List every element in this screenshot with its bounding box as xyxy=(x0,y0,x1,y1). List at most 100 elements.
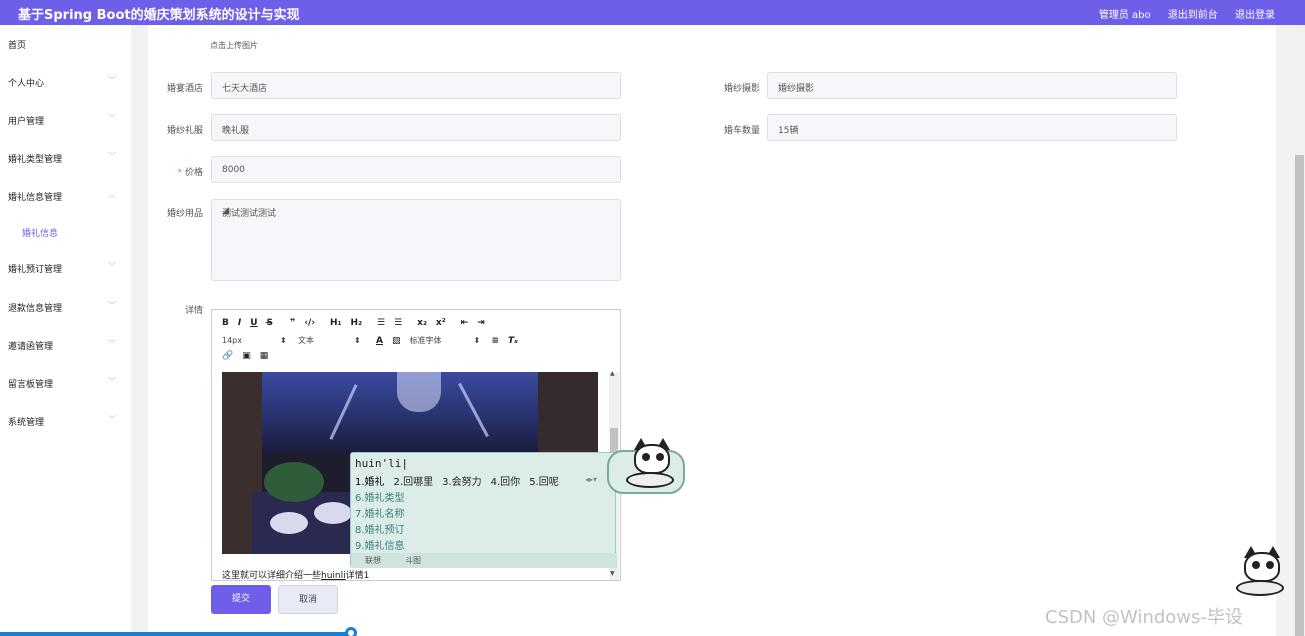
background-color-icon[interactable]: ▨ xyxy=(392,336,401,346)
chevron-up-icon: ︿ xyxy=(108,190,116,199)
sidebar-item-label: 婚礼信息 xyxy=(22,229,59,239)
sidebar-item-bookings[interactable]: 婚礼预订管理 ﹀ xyxy=(0,259,131,279)
ime-candidate[interactable]: 4.回你 xyxy=(491,477,521,488)
strikethrough-icon[interactable]: S̶ xyxy=(267,318,273,328)
sidebar-item-wedding-info[interactable]: 婚礼信息 xyxy=(0,223,131,243)
back-to-front-link[interactable]: 退出到前台 xyxy=(1168,10,1218,21)
sidebar-item-profile[interactable]: 个人中心 ﹀ xyxy=(0,73,131,93)
underline-icon[interactable]: U xyxy=(250,318,257,328)
page-scrollbar-thumb[interactable] xyxy=(1295,155,1304,636)
submit-button[interactable]: 提交 xyxy=(211,585,271,614)
hotel-value: 七天大酒店 xyxy=(222,84,268,94)
font-size-select[interactable]: 14px xyxy=(222,336,280,345)
cars-input[interactable]: 15辆 xyxy=(767,114,1177,141)
block-type-select[interactable]: 文本 xyxy=(298,335,354,346)
image-chandelier xyxy=(397,372,441,412)
sidebar-item-refunds[interactable]: 退款信息管理 ﹀ xyxy=(0,298,131,318)
ordered-list-icon[interactable]: ☰ xyxy=(377,318,385,328)
cars-label: 婚车数量 xyxy=(723,126,760,136)
supplies-textarea[interactable]: 测试测试测试 ◢ xyxy=(211,199,621,281)
image-icon[interactable]: ▣ xyxy=(242,351,251,361)
quote-icon[interactable]: ❞ xyxy=(290,318,295,328)
chevron-updown-icon: ⬍ xyxy=(354,336,361,345)
ime-tab[interactable]: 斗图 xyxy=(405,555,421,566)
video-icon[interactable]: ▦ xyxy=(260,351,269,361)
font-color-icon[interactable]: A xyxy=(376,336,383,346)
sidebar-item-message-board[interactable]: 留言板管理 ﹀ xyxy=(0,374,131,394)
superscript-icon[interactable]: x² xyxy=(436,318,446,328)
bold-icon[interactable]: B xyxy=(222,318,229,328)
photo-label: 婚纱摄影 xyxy=(723,84,760,94)
chevron-down-icon: ﹀ xyxy=(108,262,116,271)
editor-toolbar-row-3: 🔗 ▣ ▦ xyxy=(222,351,277,361)
photo-input[interactable]: 婚纱摄影 xyxy=(767,72,1177,99)
sidebar-item-label: 婚礼预订管理 xyxy=(8,265,63,275)
editor-toolbar-row-1: B I U S̶ ❞ ‹/› H₁ H₂ ☰ ☰ x₂ x² ⇤ ⇥ xyxy=(222,318,494,328)
subscript-icon[interactable]: x₂ xyxy=(417,318,427,328)
header-nav: 管理员 abo 退出到前台 退出登录 xyxy=(1085,6,1275,21)
heading-2-icon[interactable]: H₂ xyxy=(351,318,362,328)
ime-candidate[interactable]: 7.婚礼名称 xyxy=(355,505,405,520)
ime-candidate[interactable]: 8.婚礼预订 xyxy=(355,521,405,536)
watermark: CSDN @Windows-毕设 xyxy=(1045,607,1243,628)
cars-value: 15辆 xyxy=(778,126,799,136)
scroll-up-icon[interactable]: ▲ xyxy=(610,370,615,377)
chevron-updown-icon: ⬍ xyxy=(473,336,481,345)
sidebar-item-label: 婚礼信息管理 xyxy=(8,193,63,203)
photo-value: 婚纱摄影 xyxy=(778,84,815,94)
hotel-input[interactable]: 七天大酒店 xyxy=(211,72,621,99)
align-icon[interactable]: ≡ xyxy=(491,336,499,346)
dress-input[interactable]: 晚礼服 xyxy=(211,114,621,141)
sidebar-item-home[interactable]: 首页 xyxy=(0,35,131,55)
link-icon[interactable]: 🔗 xyxy=(222,351,233,361)
code-icon[interactable]: ‹/› xyxy=(304,318,315,328)
detail-label: 详情 xyxy=(184,306,203,316)
clear-format-icon[interactable]: Tₓ xyxy=(508,336,518,346)
ime-candidate[interactable]: 5.回呢 xyxy=(529,477,559,488)
sidebar-item-wedding-info-mgmt[interactable]: 婚礼信息管理 ︿ xyxy=(0,187,131,207)
required-asterisk: * xyxy=(177,168,182,178)
image-table xyxy=(314,502,352,524)
outdent-icon[interactable]: ⇤ xyxy=(461,318,469,328)
chevron-down-icon: ﹀ xyxy=(108,339,116,348)
scroll-down-icon[interactable]: ▼ xyxy=(610,570,615,577)
ime-tab[interactable]: 联想 xyxy=(365,555,381,566)
bullet-list-icon[interactable]: ☰ xyxy=(394,318,402,328)
font-family-select[interactable]: 标准字体 xyxy=(409,335,473,346)
editor-text-suffix: 详情1 xyxy=(345,571,370,581)
chevron-down-icon: ﹀ xyxy=(108,301,116,310)
cancel-button[interactable]: 取消 xyxy=(278,585,338,614)
indent-icon[interactable]: ⇥ xyxy=(477,318,485,328)
ime-candidate[interactable]: 3.会努力 xyxy=(442,477,482,488)
ime-tabs: 联想 斗图 xyxy=(351,553,617,568)
editor-text-composing: huinli xyxy=(321,571,346,581)
sidebar-item-label: 退款信息管理 xyxy=(8,304,63,314)
ime-composition: huin'li| xyxy=(355,457,408,470)
editor-content-text[interactable]: 这里就可以详细介绍一些huinli详情1 xyxy=(222,568,369,581)
progress-knob[interactable] xyxy=(345,627,357,636)
ime-candidate[interactable]: 9.婚礼信息 xyxy=(355,537,405,552)
ime-page-arrows-icon[interactable]: ◂▸▾ xyxy=(585,475,597,484)
editor-text-prefix: 这里就可以详细介绍一些 xyxy=(222,571,322,581)
ime-candidate-window: huin'li| 1.婚礼 2.回哪里 3.会努力 4.回你 5.回呢 ◂▸▾ 6.婚礼… xyxy=(350,450,685,568)
heading-1-icon[interactable]: H₁ xyxy=(330,318,341,328)
editor-toolbar-row-2: 14px ⬍ 文本 ⬍ A ▨ 标准字体 ⬍ ≡ Tₓ xyxy=(222,335,527,346)
sidebar-item-users[interactable]: 用户管理 ﹀ xyxy=(0,111,131,131)
logout-link[interactable]: 退出登录 xyxy=(1235,10,1275,21)
price-label-text: 价格 xyxy=(184,168,203,178)
ime-candidate[interactable]: 6.婚礼类型 xyxy=(355,489,405,504)
admin-label: 管理员 abo xyxy=(1098,10,1151,21)
sidebar-item-system[interactable]: 系统管理 ﹀ xyxy=(0,412,131,432)
ime-candidate[interactable]: 1.婚礼 xyxy=(355,477,385,488)
price-label: * 价格 xyxy=(143,165,203,178)
ime-candidate[interactable]: 2.回哪里 xyxy=(394,477,434,488)
upload-hint[interactable]: 点击上传图片 xyxy=(210,40,258,51)
sidebar-item-wedding-types[interactable]: 婚礼类型管理 ﹀ xyxy=(0,149,131,169)
sidebar-item-invitations[interactable]: 邀请函管理 ﹀ xyxy=(0,336,131,356)
italic-icon[interactable]: I xyxy=(238,318,241,328)
image-plant xyxy=(264,462,324,502)
resize-grip-icon[interactable]: ◢ xyxy=(222,206,619,279)
block-type-value: 文本 xyxy=(298,336,314,345)
chevron-down-icon: ﹀ xyxy=(108,415,116,424)
price-input[interactable]: 8000 xyxy=(211,156,621,183)
